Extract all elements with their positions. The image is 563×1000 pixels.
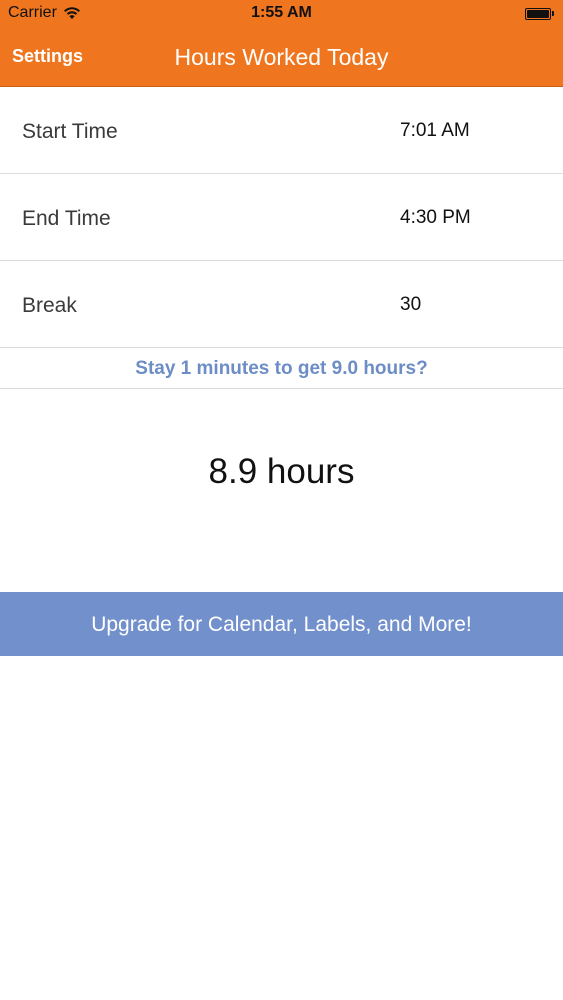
battery-icon (525, 7, 555, 20)
start-time-label: Start Time (22, 120, 118, 143)
start-time-row[interactable]: Start Time 7:01 AM (0, 87, 563, 174)
break-value[interactable]: 30 (400, 294, 421, 316)
time-entry-list: Start Time 7:01 AM End Time 4:30 PM Brea… (0, 87, 563, 389)
battery-outline (525, 7, 551, 20)
stay-longer-hint[interactable]: Stay 1 minutes to get 9.0 hours? (0, 348, 563, 389)
status-time: 1:55 AM (251, 4, 312, 21)
end-time-label: End Time (22, 207, 111, 230)
page-title: Hours Worked Today (174, 44, 389, 70)
status-bar: Carrier 1:55 AM (0, 0, 563, 28)
break-row[interactable]: Break 30 (0, 261, 563, 348)
end-time-row[interactable]: End Time 4:30 PM (0, 174, 563, 261)
upgrade-button[interactable]: Upgrade for Calendar, Labels, and More! (0, 592, 563, 656)
start-time-value[interactable]: 7:01 AM (400, 120, 470, 142)
total-hours: 8.9 hours (208, 452, 355, 491)
break-label: Break (22, 294, 77, 317)
end-time-value[interactable]: 4:30 PM (400, 207, 471, 229)
battery-tip (552, 11, 554, 16)
battery-level-fill (527, 9, 549, 18)
navigation-header: Carrier 1:55 AM Settings Hours Worked To… (0, 0, 563, 87)
nav-bar: Settings Hours Worked Today (0, 30, 563, 86)
